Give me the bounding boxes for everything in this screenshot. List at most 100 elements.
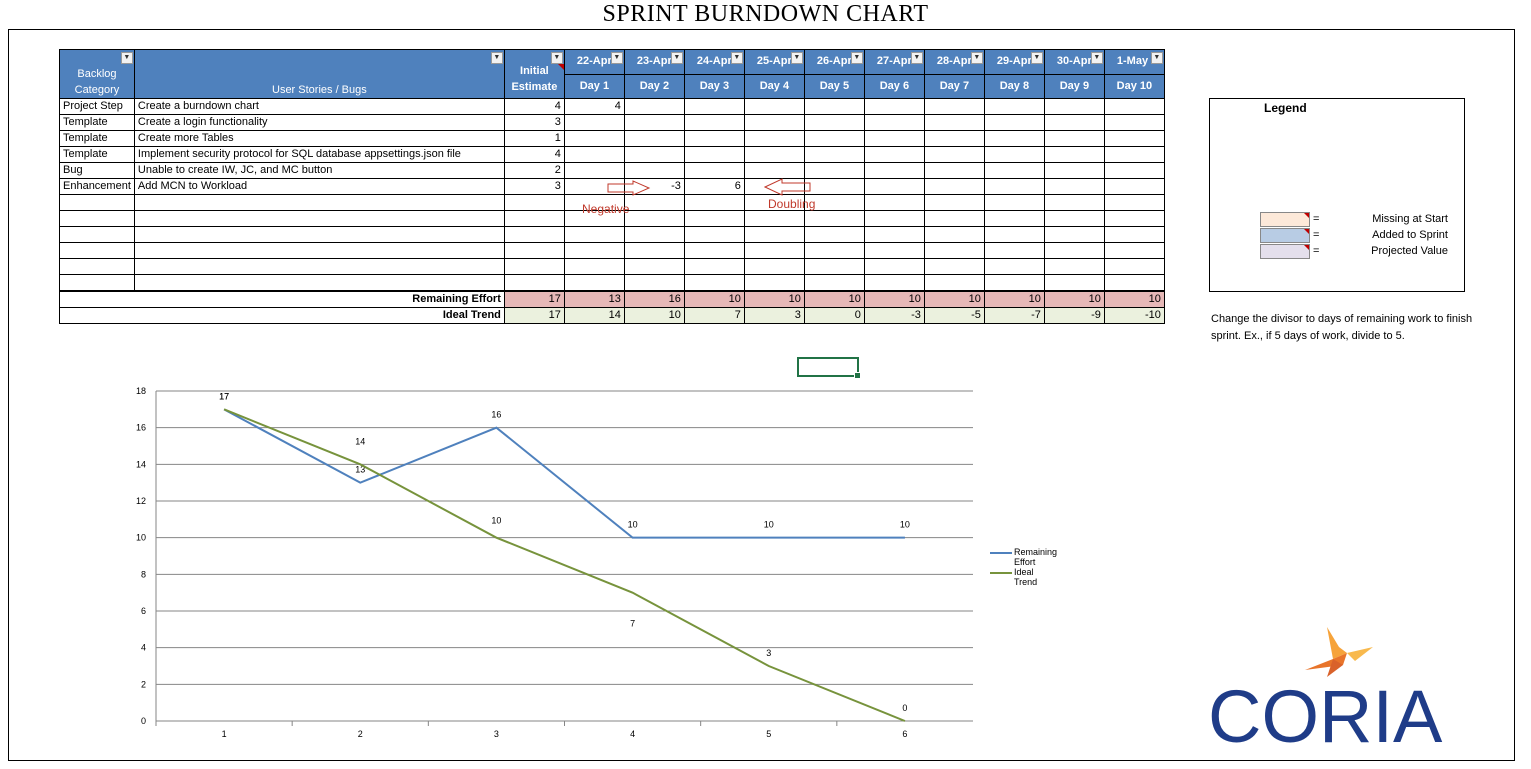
cell-day[interactable] (1103, 98, 1165, 115)
cell-ideal-trend[interactable]: -7 (983, 307, 1045, 324)
cell-day[interactable] (803, 130, 865, 147)
cell-remaining-effort[interactable]: 10 (683, 290, 745, 308)
cell-day[interactable] (983, 178, 1045, 195)
cell-day[interactable] (1043, 274, 1105, 292)
cell-day[interactable] (1103, 194, 1165, 211)
cell-day[interactable] (983, 242, 1045, 259)
cell-day[interactable] (863, 114, 925, 131)
cell-day[interactable] (683, 242, 745, 259)
cell-ideal-trend[interactable]: 17 (503, 307, 565, 324)
cell-day[interactable] (623, 146, 685, 163)
cell-category[interactable]: Template (59, 114, 135, 131)
cell-remaining-effort[interactable]: 10 (983, 290, 1045, 308)
cell-category[interactable] (59, 274, 135, 292)
filter-dropdown-icon[interactable]: ▼ (490, 52, 503, 64)
cell-day[interactable] (1043, 162, 1105, 179)
cell-remaining-effort[interactable]: 10 (863, 290, 925, 308)
cell-estimate[interactable]: 3 (503, 114, 565, 131)
cell-estimate[interactable] (503, 194, 565, 211)
cell-day[interactable] (923, 130, 985, 147)
cell-category[interactable] (59, 226, 135, 243)
cell-day[interactable] (563, 274, 625, 292)
cell-day[interactable] (743, 274, 805, 292)
cell-day[interactable] (1043, 242, 1105, 259)
filter-dropdown-icon[interactable]: ▼ (1030, 52, 1043, 64)
cell-day[interactable] (623, 242, 685, 259)
cell-category[interactable]: Enhancement (59, 178, 135, 195)
cell-remaining-effort[interactable]: 10 (1103, 290, 1165, 308)
cell-day[interactable] (683, 146, 745, 163)
cell-day[interactable] (803, 242, 865, 259)
cell-estimate[interactable] (503, 242, 565, 259)
cell-category[interactable] (59, 194, 135, 211)
cell-day[interactable] (923, 146, 985, 163)
cell-day[interactable] (743, 226, 805, 243)
cell-day[interactable] (683, 258, 745, 275)
cell-remaining-effort[interactable]: 17 (503, 290, 565, 308)
cell-story[interactable] (133, 210, 505, 227)
filter-dropdown-icon[interactable]: ▼ (970, 52, 983, 64)
cell-day[interactable] (623, 130, 685, 147)
cell-day[interactable] (1043, 146, 1105, 163)
cell-story[interactable]: Unable to create IW, JC, and MC button (133, 162, 505, 179)
cell-day[interactable] (1043, 98, 1105, 115)
cell-day[interactable] (863, 98, 925, 115)
cell-day[interactable] (983, 258, 1045, 275)
cell-day[interactable] (923, 226, 985, 243)
cell-day[interactable] (803, 210, 865, 227)
cell-story[interactable]: Create a login functionality (133, 114, 505, 131)
cell-story[interactable] (133, 258, 505, 275)
cell-estimate[interactable] (503, 226, 565, 243)
cell-day[interactable] (1043, 130, 1105, 147)
cell-ideal-trend[interactable]: -3 (863, 307, 925, 324)
cell-day[interactable] (923, 162, 985, 179)
cell-estimate[interactable]: 3 (503, 178, 565, 195)
cell-day[interactable] (743, 162, 805, 179)
cell-day[interactable] (683, 274, 745, 292)
cell-day[interactable] (863, 130, 925, 147)
cell-remaining-effort[interactable]: 13 (563, 290, 625, 308)
cell-remaining-effort[interactable]: 16 (623, 290, 685, 308)
cell-day[interactable] (743, 242, 805, 259)
cell-day[interactable] (743, 258, 805, 275)
cell-day[interactable] (683, 194, 745, 211)
cell-day[interactable] (863, 226, 925, 243)
cell-day[interactable] (683, 98, 745, 115)
cell-day[interactable] (563, 146, 625, 163)
cell-category[interactable]: Bug (59, 162, 135, 179)
cell-day[interactable] (563, 114, 625, 131)
filter-dropdown-icon[interactable]: ▼ (790, 52, 803, 64)
cell-day[interactable] (863, 178, 925, 195)
cell-day[interactable] (803, 146, 865, 163)
cell-day[interactable] (803, 178, 865, 195)
cell-day[interactable] (983, 146, 1045, 163)
cell-day[interactable]: 6 (683, 178, 745, 195)
cell-category[interactable]: Project Step (59, 98, 135, 115)
cell-category[interactable] (59, 210, 135, 227)
cell-remaining-effort[interactable]: 10 (803, 290, 865, 308)
cell-day[interactable] (1103, 226, 1165, 243)
cell-ideal-trend[interactable]: -5 (923, 307, 985, 324)
cell-day[interactable] (563, 130, 625, 147)
cell-day[interactable] (923, 194, 985, 211)
cell-remaining-effort[interactable]: 10 (923, 290, 985, 308)
filter-dropdown-icon[interactable]: ▼ (670, 52, 683, 64)
cell-day[interactable] (1043, 178, 1105, 195)
cell-day[interactable] (863, 194, 925, 211)
cell-day[interactable] (683, 162, 745, 179)
cell-day[interactable] (983, 130, 1045, 147)
cell-category[interactable] (59, 258, 135, 275)
cell-estimate[interactable] (503, 274, 565, 292)
cell-day[interactable] (1043, 114, 1105, 131)
cell-story[interactable] (133, 242, 505, 259)
cell-estimate[interactable]: 1 (503, 130, 565, 147)
cell-ideal-trend[interactable]: 10 (623, 307, 685, 324)
filter-dropdown-icon[interactable]: ▼ (550, 52, 563, 64)
cell-day[interactable] (683, 114, 745, 131)
cell-day[interactable] (563, 226, 625, 243)
cell-day[interactable] (1103, 162, 1165, 179)
cell-estimate[interactable] (503, 258, 565, 275)
filter-dropdown-icon[interactable]: ▼ (120, 52, 133, 64)
filter-dropdown-icon[interactable]: ▼ (850, 52, 863, 64)
cell-day[interactable] (1043, 194, 1105, 211)
